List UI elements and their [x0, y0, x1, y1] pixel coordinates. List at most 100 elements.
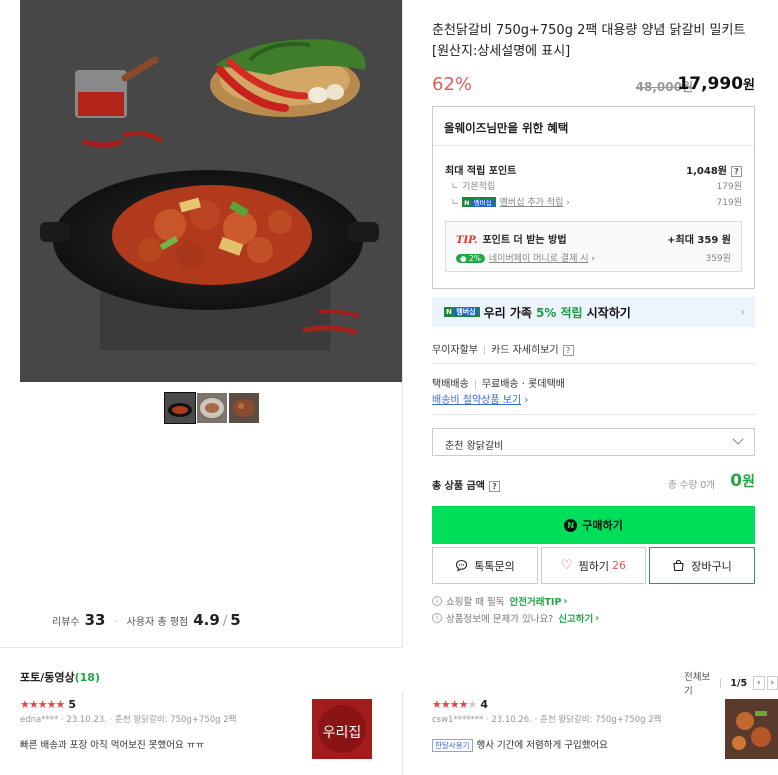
prev-page-button[interactable]: ‹ — [753, 676, 765, 690]
rating-value: 4.9 — [193, 611, 220, 629]
benefit-box: 올웨이즈님만을 위한 혜택 최대 적립 포인트 1,048원? ㄴ 기본적립 1… — [432, 106, 755, 289]
review-score: 5 — [68, 698, 76, 711]
naverpay-link[interactable]: 네이버페이 머니로 결제 시 — [489, 254, 589, 264]
notice-report: i 상품정보에 문제가 있나요? 신고하기 › — [432, 611, 599, 625]
tip-logo: TIP. — [456, 235, 478, 246]
discount-rate: 62% — [432, 74, 473, 95]
svg-text:우리집: 우리집 — [323, 725, 362, 741]
review-badge: 한달사용기 — [432, 739, 473, 752]
divider — [432, 363, 755, 364]
naverpay-value: 359원 — [705, 254, 731, 264]
report-link[interactable]: 신고하기 — [558, 611, 593, 625]
naver-membership-badge: N 멤버십 — [444, 307, 480, 317]
basic-points-label: 기본적립 — [462, 182, 496, 192]
option-selected-value: 춘천 왕닭갈비 — [445, 441, 504, 452]
chat-bubble-icon — [456, 559, 468, 572]
star-rating: ★★★★★ — [432, 698, 477, 711]
view-all-link[interactable]: 전체보기 — [684, 669, 712, 697]
product-main-image[interactable] — [20, 0, 402, 382]
max-points-label: 최대 적립 포인트 — [445, 166, 517, 177]
tip-row: TIP. 포인트 더 받는 방법 +최대 359 원 — [456, 231, 731, 246]
benefit-title: 올웨이즈님만을 위한 혜택 — [433, 107, 754, 146]
photo-review-title: 포토/동영상(18) — [20, 671, 100, 684]
basic-points-row: ㄴ 기본적립 179원 — [445, 179, 742, 192]
option-select[interactable]: 춘천 왕닭갈비 — [432, 428, 755, 456]
thumbnail-3[interactable] — [229, 393, 259, 423]
info-icon: i — [432, 613, 442, 623]
photo-review-count: (18) — [74, 671, 100, 684]
banner-highlight: 5% 적립 — [535, 305, 583, 320]
shopping-bag-icon — [673, 559, 684, 572]
tip-box: TIP. 포인트 더 받는 방법 +최대 359 원 ● 2% 네이버페이 머니로 … — [445, 221, 742, 272]
cart-label: 장바구니 — [691, 559, 732, 573]
review-photo[interactable] — [725, 699, 778, 759]
payment-row: 무이자할부 카드 자세히보기? — [432, 341, 755, 356]
review-count-label: 리뷰수 — [52, 617, 80, 628]
wish-count: 26 — [612, 559, 627, 572]
rating-max: 5 — [230, 611, 241, 629]
review-item[interactable]: ★★★★★ 4 csw1******* · 23.10.26. · 춘천 왕닭갈비… — [432, 698, 778, 759]
banner-text: 우리 가족 — [483, 305, 532, 320]
shipping-row: 택배배송 무료배송 · 롯데택배 — [432, 379, 565, 390]
cart-button[interactable]: 장바구니 — [649, 547, 755, 584]
buy-button-label: 구매하기 — [582, 519, 623, 532]
help-icon[interactable]: ? — [731, 165, 742, 177]
member-points-row: ㄴ N 멤버십 멤버십 추가 적립 › 719원 — [445, 195, 742, 208]
shipping-saving-link[interactable]: 배송비 절약상품 보기 › — [432, 391, 755, 406]
review-item[interactable]: ★★★★★ 5 edna**** · 23.10.23. · 춘천 왕닭갈비: 7… — [20, 698, 375, 759]
talk-inquiry-button[interactable]: 톡톡문의 — [432, 547, 538, 584]
next-page-button[interactable]: › — [766, 676, 778, 690]
membership-banner[interactable]: N 멤버십 우리 가족 5% 적립 시작하기 › — [432, 297, 755, 327]
notice-safe-trade: i 쇼핑할 때 필독 안전거래TIP › — [432, 594, 567, 608]
product-title: 춘천닭갈비 750g+750g 2팩 대용량 양념 닭갈비 밀키트 [원산지:상… — [432, 23, 746, 59]
buy-button[interactable]: N 구매하기 — [432, 506, 755, 544]
basic-points-value: 179원 — [716, 182, 742, 192]
naverpay-icon: N — [564, 518, 578, 532]
help-icon[interactable]: ? — [562, 344, 574, 356]
heart-icon: ♡ — [560, 558, 573, 573]
thumbnail-1[interactable] — [164, 392, 196, 424]
separator-dot: · — [114, 617, 118, 628]
member-points-value: 719원 — [716, 198, 742, 208]
rating-slash: / — [222, 614, 228, 629]
total-price: 0원 — [730, 471, 755, 491]
product-gallery: 리뷰수 33 · 사용자 총 평점 4.9 / 5 — [0, 0, 403, 648]
safe-trade-link[interactable]: 안전거래TIP — [509, 594, 561, 608]
sale-price: 17,990원 — [677, 74, 755, 94]
installment-label: 무이자할부 — [432, 345, 478, 356]
info-icon: i — [432, 596, 442, 606]
max-points-value: 1,048원 — [686, 166, 727, 177]
shipping-free: 무료배송 — [481, 379, 519, 390]
star-rating: ★★★★★ — [20, 698, 65, 711]
review-summary: 리뷰수 33 · 사용자 총 평점 4.9 / 5 — [52, 611, 241, 629]
tip-max-points: +최대 359 원 — [667, 235, 731, 246]
review-pager: 전체보기 1/5 ‹ › — [684, 669, 778, 697]
shipping-type: 택배배송 — [432, 379, 469, 390]
review-divider — [402, 692, 403, 775]
member-points-link[interactable]: 멤버십 추가 적립 — [500, 198, 564, 208]
rating-label: 사용자 총 평점 — [126, 617, 189, 628]
wishlist-button[interactable]: ♡ 찜하기 26 — [541, 547, 646, 584]
chevron-right-icon: › — [740, 305, 745, 319]
talk-label: 톡톡문의 — [474, 559, 515, 573]
page-indicator: 1/5 — [730, 677, 748, 689]
naverpay-percent-badge: ● 2% — [456, 254, 485, 263]
wish-label: 찜하기 — [578, 559, 610, 573]
tip-label: 포인트 더 받는 방법 — [482, 235, 567, 246]
max-points-row: 최대 적립 포인트 1,048원? — [445, 162, 742, 177]
thumbnail-2[interactable] — [197, 393, 227, 423]
shipping-courier: 롯데택배 — [528, 379, 565, 390]
naverpay-row: ● 2% 네이버페이 머니로 결제 시 › 359원 — [456, 251, 731, 264]
sale-price-value: 17,990 — [677, 74, 744, 94]
naver-membership-badge: N 멤버십 — [462, 197, 496, 207]
dakgalbi-photo — [20, 0, 402, 382]
review-count[interactable]: 33 — [85, 611, 106, 629]
total-label: 총 상품 금액? — [432, 477, 500, 492]
review-photo[interactable]: 우리집 — [312, 699, 372, 759]
banner-text-after: 시작하기 — [586, 305, 631, 320]
divider — [432, 414, 755, 415]
card-detail-link[interactable]: 카드 자세히보기 — [491, 345, 559, 356]
help-icon[interactable]: ? — [488, 480, 500, 492]
sale-price-unit: 원 — [743, 78, 755, 93]
thumbnail-strip — [164, 392, 259, 424]
